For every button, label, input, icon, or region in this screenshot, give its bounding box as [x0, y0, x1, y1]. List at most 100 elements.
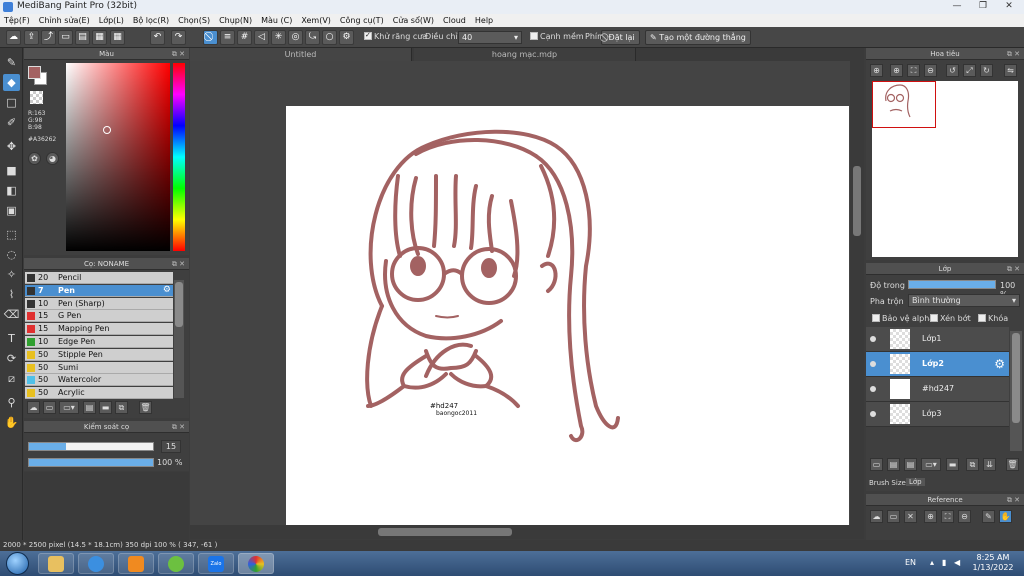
ellipse-snap-icon[interactable]: ○: [322, 30, 337, 45]
eye-icon[interactable]: [870, 361, 876, 367]
fit-window-icon[interactable]: ⤢: [963, 64, 976, 77]
ref-hand-icon[interactable]: ✋: [999, 510, 1012, 523]
reset-button[interactable]: ⃠ Đặt lại: [601, 30, 640, 45]
zoom-fit-icon[interactable]: ⊕: [870, 64, 883, 77]
menu-color[interactable]: Màu (C): [261, 16, 292, 25]
menu-window[interactable]: Cửa sổ(W): [393, 16, 434, 25]
volume-icon[interactable]: ◀: [954, 558, 960, 567]
tab-hoang-mac[interactable]: hoang mạc.mdp: [414, 48, 636, 61]
brush-tool-icon[interactable]: ✎: [3, 54, 20, 71]
brush-item[interactable]: 50 Stipple Pen: [25, 348, 173, 361]
brush-list-scrollbar[interactable]: [174, 280, 184, 398]
select-tool-icon[interactable]: ⬚: [3, 226, 20, 243]
panel-expand-icon[interactable]: ⧉ ✕: [1007, 494, 1020, 506]
brush-item[interactable]: 50 Watercolor: [25, 374, 173, 387]
saturation-value-picker[interactable]: [66, 63, 170, 251]
panel-expand-icon[interactable]: ⧉ ✕: [172, 421, 185, 433]
taskbar-zalo[interactable]: Zalo: [198, 553, 234, 574]
panel-expand-icon[interactable]: ⧉ ✕: [1007, 48, 1020, 60]
operation-tool-icon[interactable]: ⟳: [3, 350, 20, 367]
menu-filter[interactable]: Bộ lọc(R): [133, 16, 169, 25]
rotate-left-icon[interactable]: ↺: [946, 64, 959, 77]
delete-layer-icon[interactable]: 🗑: [1006, 458, 1019, 471]
pen-tool-icon[interactable]: ✐: [3, 114, 20, 131]
lock-checkbox[interactable]: Khóa: [978, 314, 1008, 323]
layer-list-scrollbar[interactable]: [1010, 331, 1022, 451]
panel-expand-icon[interactable]: ⧉ ✕: [172, 258, 185, 270]
menu-edit[interactable]: Chỉnh sửa(E): [39, 16, 90, 25]
layer-tab[interactable]: Lớp: [906, 478, 925, 486]
bucket-tool-icon[interactable]: ◧: [3, 182, 20, 199]
palette-icon[interactable]: ✿: [28, 152, 41, 165]
menu-tools[interactable]: Công cụ(T): [340, 16, 384, 25]
clipping-checkbox[interactable]: Xén bớt: [930, 314, 971, 323]
brush-size-value[interactable]: 15: [161, 440, 181, 453]
eye-icon[interactable]: [870, 386, 876, 392]
start-button[interactable]: [6, 552, 29, 575]
menu-cloud[interactable]: Cloud: [443, 16, 466, 25]
ref-zoom-out-icon[interactable]: ⊖: [958, 510, 971, 523]
cloud-ref-icon[interactable]: ☁: [870, 510, 883, 523]
layer-row-lop1[interactable]: Lớp1: [866, 327, 1009, 352]
hand-tool-icon[interactable]: ✋: [3, 414, 20, 431]
color-wheel-icon[interactable]: ◕: [46, 152, 59, 165]
zoom-out-icon[interactable]: ⊖: [924, 64, 937, 77]
minimize-button[interactable]: —: [944, 0, 970, 13]
new-layer-icon[interactable]: ▭: [870, 458, 883, 471]
grid-icon[interactable]: ▦: [110, 30, 125, 45]
lasso-tool-icon[interactable]: ◌: [3, 246, 20, 263]
panel-expand-icon[interactable]: ⧉ ✕: [172, 48, 185, 60]
brush-opacity-slider[interactable]: [28, 458, 154, 467]
antialias-checkbox[interactable]: Khử răng cưa: [364, 32, 427, 41]
protect-alpha-checkbox[interactable]: Bảo vệ alpha: [872, 314, 934, 323]
menu-view[interactable]: Xem(V): [301, 16, 331, 25]
clock[interactable]: 8:25 AM 1/13/2022: [968, 553, 1018, 573]
layer-row-lop3[interactable]: Lớp3: [866, 402, 1009, 427]
taskbar-app-green[interactable]: [158, 553, 194, 574]
layer-folder-icon[interactable]: ▬: [946, 458, 959, 471]
close-button[interactable]: ✕: [996, 0, 1022, 13]
menu-layer[interactable]: Lớp(L): [99, 16, 124, 25]
brush-item[interactable]: 10 Edge Pen: [25, 336, 173, 348]
zoom-in-icon[interactable]: ⊕: [890, 64, 903, 77]
share-icon[interactable]: ⤴: [41, 30, 56, 45]
gear-icon[interactable]: ⚙: [994, 357, 1005, 371]
cross-snap-icon[interactable]: #: [237, 30, 252, 45]
duplicate-brush-icon[interactable]: ⧉: [115, 401, 128, 414]
close-ref-icon[interactable]: ✕: [904, 510, 917, 523]
layer-opacity-slider[interactable]: [908, 280, 996, 289]
undo-icon[interactable]: ↶: [150, 30, 165, 45]
no-snap-icon[interactable]: ⃠: [203, 30, 218, 45]
menu-snap[interactable]: Chụp(N): [219, 16, 252, 25]
folder-icon[interactable]: ▬: [99, 401, 112, 414]
new-8bit-layer-icon[interactable]: ▤: [904, 458, 917, 471]
open-ref-icon[interactable]: ▭: [887, 510, 900, 523]
adjust-input[interactable]: 40 ▾: [458, 31, 522, 44]
circle-snap-icon[interactable]: ◎: [288, 30, 303, 45]
move-tool-icon[interactable]: ✥: [3, 138, 20, 155]
panel-expand-icon[interactable]: ⧉ ✕: [1007, 263, 1020, 275]
gear-icon[interactable]: ⚙: [163, 285, 171, 295]
new-brush-icon[interactable]: ▭: [43, 401, 56, 414]
parallel-snap-icon[interactable]: ≡: [220, 30, 235, 45]
layer-row-hd247[interactable]: #hd247: [866, 377, 1009, 402]
dot-tool-icon[interactable]: □: [3, 94, 20, 111]
eraser-tool-icon[interactable]: ◆: [3, 74, 20, 91]
brush-item[interactable]: 10 Pen (Sharp): [25, 297, 173, 310]
merge-layer-icon[interactable]: ⇊: [983, 458, 996, 471]
tray-arrow-icon[interactable]: ▴: [930, 558, 934, 567]
new-halftone-layer-icon[interactable]: ▤: [887, 458, 900, 471]
brush-item[interactable]: 20 Pencil: [25, 272, 173, 284]
layer-row-lop2[interactable]: Lớp2 ⚙: [866, 352, 1009, 377]
text-tool-icon[interactable]: T: [3, 330, 20, 347]
ref-zoom-in-icon[interactable]: ⊕: [924, 510, 937, 523]
color-picker-cursor[interactable]: [103, 126, 111, 134]
flip-icon[interactable]: ⇋: [1004, 64, 1017, 77]
upload-icon[interactable]: ⇪: [24, 30, 39, 45]
drawing-canvas[interactable]: #hd247 baongoc2011: [286, 106, 849, 525]
brush-size-tab[interactable]: Brush Size: [869, 479, 906, 487]
brush-item[interactable]: 7 Pen ⚙: [25, 284, 173, 297]
language-indicator[interactable]: EN: [905, 558, 916, 567]
brush-settings-icon[interactable]: ▤: [83, 401, 96, 414]
brush-size-slider[interactable]: [28, 442, 154, 451]
